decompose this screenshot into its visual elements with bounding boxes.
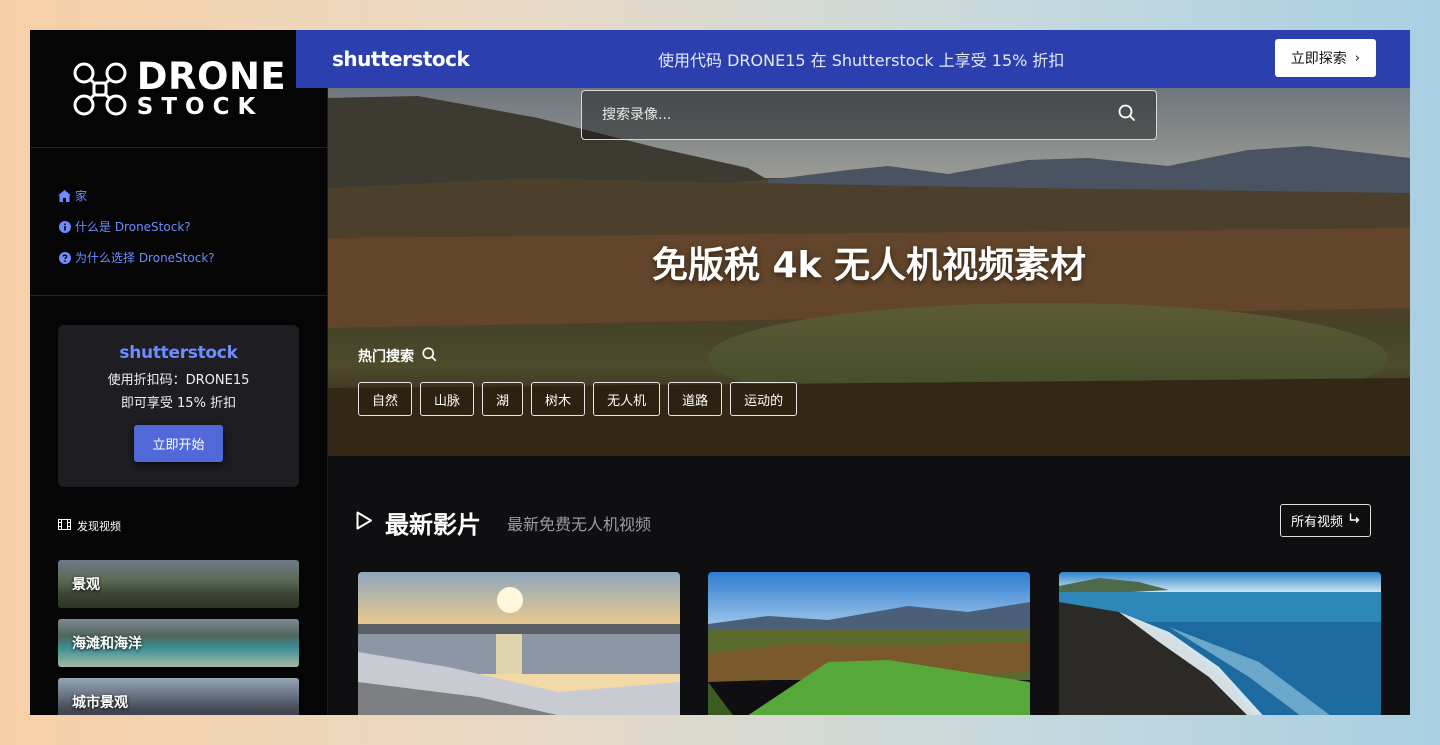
category-label: 景观 bbox=[72, 577, 100, 593]
sidebar-item-label: 什么是 DroneStock? bbox=[75, 220, 191, 234]
hero-title: 免版税 4k 无人机视频素材 bbox=[651, 245, 1087, 286]
category-cityscape[interactable]: 城市景观 bbox=[58, 678, 299, 715]
sidebar-nav: 家 什么是 DroneStock? 为什么选择 DroneStock? bbox=[30, 148, 327, 296]
search-input[interactable] bbox=[602, 107, 1118, 123]
tag-road[interactable]: 道路 bbox=[668, 382, 723, 416]
hot-searches-heading: 热门搜索 bbox=[358, 346, 437, 366]
video-card[interactable] bbox=[1059, 572, 1381, 715]
banner-message: 使用代码 DRONE15 在 Shutterstock 上享受 15% 折扣 bbox=[658, 51, 1065, 70]
video-card[interactable] bbox=[708, 572, 1030, 715]
promo-brand: shutterstock bbox=[119, 343, 238, 363]
category-landscape[interactable]: 景观 bbox=[58, 560, 299, 608]
discover-heading: 发现视频 bbox=[58, 518, 121, 534]
hero: 免版税 4k 无人机视频素材 热门搜索 自然 山脉 湖 树木 无人机 道路 运动… bbox=[328, 88, 1410, 456]
search-icon[interactable] bbox=[1118, 104, 1136, 126]
chevron-right-icon: › bbox=[1354, 50, 1360, 66]
all-videos-button[interactable]: 所有视频 bbox=[1280, 504, 1372, 537]
latest-videos-subtitle: 最新免费无人机视频 bbox=[507, 514, 652, 534]
sidebar-item-why[interactable]: 为什么选择 DroneStock? bbox=[58, 242, 327, 273]
sidebar-item-home[interactable]: 家 bbox=[58, 180, 327, 211]
tag-drone[interactable]: 无人机 bbox=[593, 382, 661, 416]
video-thumbnail-rocky-coast bbox=[1059, 572, 1381, 715]
film-icon bbox=[58, 519, 71, 533]
home-icon bbox=[58, 189, 71, 202]
hot-searches-label: 热门搜索 bbox=[358, 349, 414, 365]
tag-trees[interactable]: 树木 bbox=[531, 382, 586, 416]
promo-card: shutterstock 使用折扣码：DRONE15 即可享受 15% 折扣 立… bbox=[58, 325, 299, 487]
category-beach-ocean[interactable]: 海滩和海洋 bbox=[58, 619, 299, 667]
app-frame: DRONE STOCK 家 什么是 DroneStock? 为什么选择 Dron… bbox=[30, 30, 1410, 715]
play-icon bbox=[356, 511, 373, 534]
sidebar-item-label: 为什么选择 DroneStock? bbox=[75, 251, 215, 265]
arrow-turn-icon bbox=[1349, 513, 1360, 528]
promo-discount-text: 即可享受 15% 折扣 bbox=[120, 396, 237, 411]
tag-lake[interactable]: 湖 bbox=[482, 382, 524, 416]
discover-label: 发现视频 bbox=[77, 520, 121, 533]
tag-sports[interactable]: 运动的 bbox=[730, 382, 798, 416]
info-icon bbox=[58, 220, 71, 233]
logo[interactable]: DRONE STOCK bbox=[30, 30, 327, 148]
tag-mountains[interactable]: 山脉 bbox=[420, 382, 475, 416]
video-thumbnail-green-valley bbox=[708, 572, 1030, 715]
video-card[interactable] bbox=[358, 572, 680, 715]
help-icon bbox=[58, 251, 71, 264]
tag-nature[interactable]: 自然 bbox=[358, 382, 413, 416]
promo-code-text: 使用折扣码：DRONE15 bbox=[107, 373, 250, 388]
all-videos-label: 所有视频 bbox=[1291, 515, 1344, 530]
explore-now-button[interactable]: 立即探索 › bbox=[1274, 39, 1376, 77]
sidebar: DRONE STOCK 家 什么是 DroneStock? 为什么选择 Dron… bbox=[30, 30, 328, 715]
search-icon bbox=[422, 346, 437, 366]
explore-now-label: 立即探索 bbox=[1290, 51, 1347, 67]
search-box[interactable] bbox=[581, 90, 1157, 140]
logo-line2: STOCK bbox=[136, 94, 264, 120]
sidebar-item-what[interactable]: 什么是 DroneStock? bbox=[58, 211, 327, 242]
logo-line1: DRONE bbox=[136, 55, 287, 98]
category-label: 海滩和海洋 bbox=[72, 636, 142, 652]
hot-search-tags: 自然 山脉 湖 树木 无人机 道路 运动的 bbox=[358, 382, 798, 416]
latest-videos-title: 最新影片 bbox=[385, 511, 481, 539]
banner-brand[interactable]: shutterstock bbox=[332, 47, 470, 71]
category-label: 城市景观 bbox=[72, 695, 128, 711]
sidebar-item-label: 家 bbox=[75, 189, 88, 203]
latest-videos-header: 最新影片 最新免费无人机视频 bbox=[356, 505, 651, 540]
promo-start-button[interactable]: 立即开始 bbox=[134, 425, 223, 462]
drone-logo-icon bbox=[73, 62, 127, 115]
promo-banner: shutterstock 使用代码 DRONE15 在 Shutterstock… bbox=[296, 30, 1410, 88]
video-thumbnail-sunset-harbor bbox=[358, 572, 680, 715]
